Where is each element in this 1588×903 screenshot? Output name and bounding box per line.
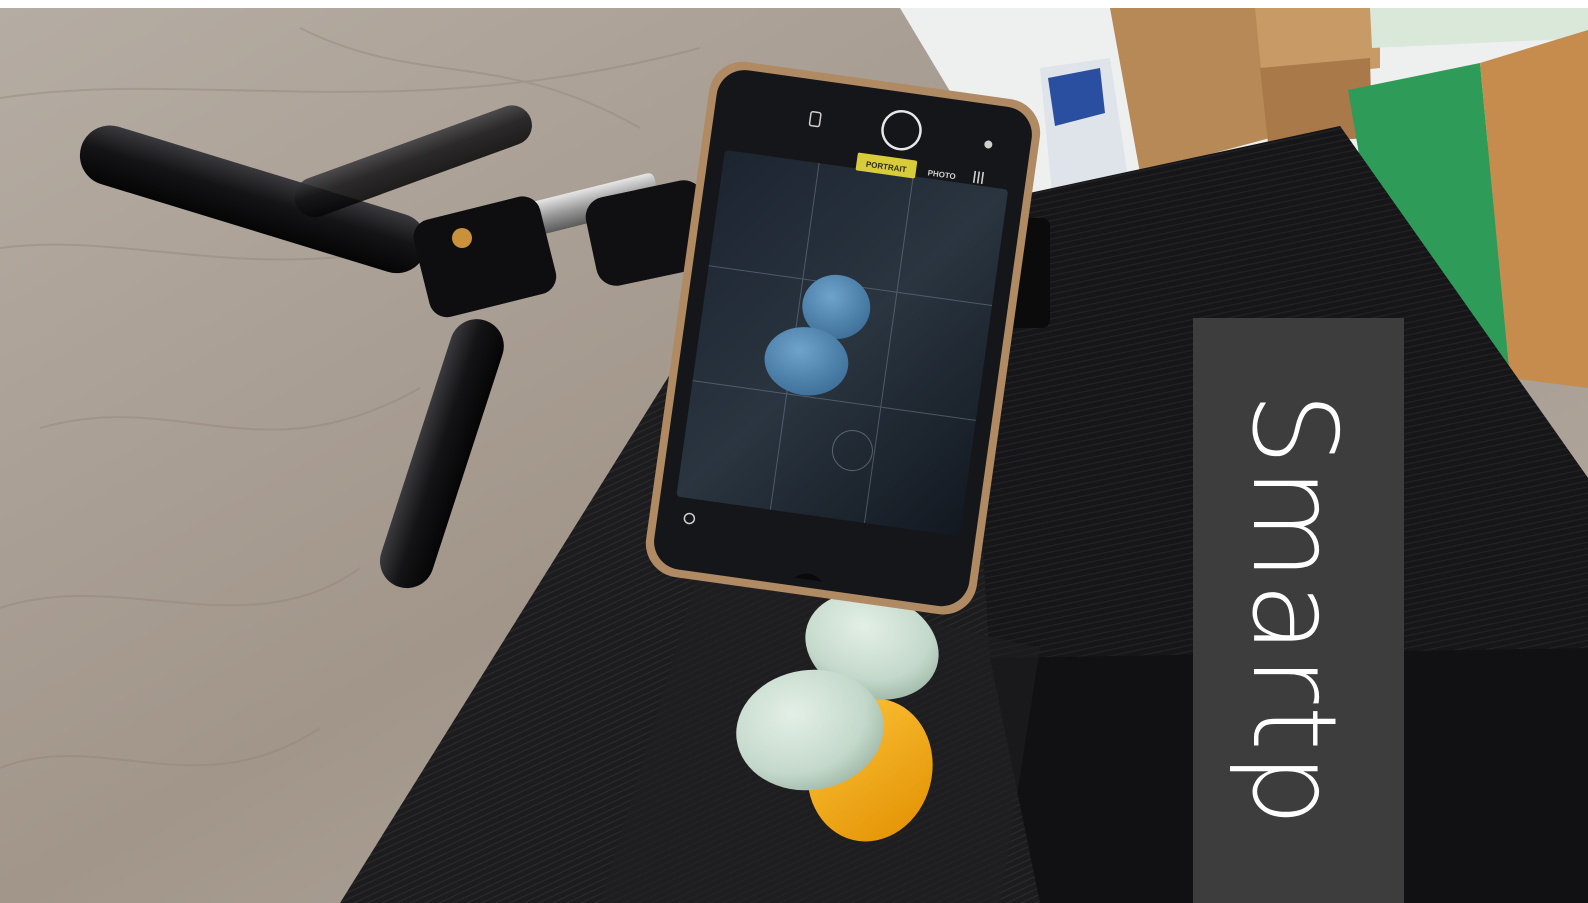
- camera-preview: [676, 150, 1008, 536]
- caption-text: Smartp: [1226, 392, 1361, 829]
- menu-icon[interactable]: [972, 170, 985, 185]
- caption-banner: Smartp: [1193, 318, 1404, 903]
